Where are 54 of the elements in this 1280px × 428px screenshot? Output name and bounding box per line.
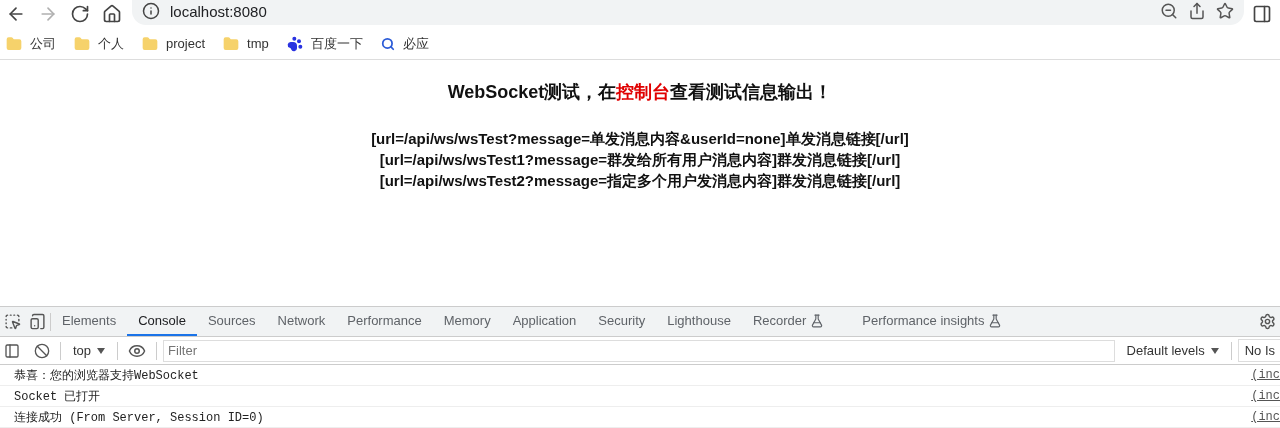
devtools-tab[interactable]: Memory bbox=[432, 307, 502, 336]
sidebar-icon[interactable] bbox=[4, 342, 20, 359]
caret-icon bbox=[97, 347, 106, 354]
folder-icon bbox=[142, 35, 158, 52]
devtools-tab[interactable]: Performance bbox=[336, 307, 433, 336]
link-markup-text: [url=/api/ws/wsTest1?message=群发给所有用户消息内容]群发消息链接[/url] bbox=[379, 150, 901, 170]
info-icon bbox=[142, 2, 160, 20]
devtools-tab[interactable]: Elements bbox=[51, 307, 128, 336]
device-toolbar-icon[interactable] bbox=[29, 313, 46, 330]
caret-icon bbox=[1210, 347, 1219, 354]
zoom-out-icon[interactable] bbox=[1160, 2, 1178, 20]
paw-icon bbox=[286, 35, 303, 52]
issues-button[interactable]: No Is bbox=[1237, 339, 1280, 362]
devtools-tab[interactable]: Network bbox=[266, 307, 337, 336]
bookmark[interactable]: 必应 bbox=[402, 34, 429, 53]
source-link[interactable]: (inc bbox=[1251, 368, 1280, 382]
devtools-tab[interactable]: Lighthouse bbox=[656, 307, 742, 336]
console-message: 恭喜：您的浏览器支持WebSocket bbox=[14, 367, 199, 384]
devtools-tab[interactable]: Application bbox=[501, 307, 588, 336]
folder-icon bbox=[223, 35, 240, 52]
devtools-tab[interactable]: Security bbox=[587, 307, 657, 336]
bookmark[interactable]: 个人 bbox=[98, 34, 124, 53]
side-panel-icon[interactable] bbox=[1252, 4, 1272, 24]
bookmark[interactable]: 公司 bbox=[30, 34, 56, 53]
devtools-tab[interactable]: Recorder bbox=[741, 307, 836, 336]
flask-icon bbox=[988, 313, 1003, 328]
source-link[interactable]: (inc bbox=[1251, 389, 1280, 403]
star-icon[interactable] bbox=[1216, 2, 1234, 20]
settings-icon[interactable] bbox=[1259, 313, 1276, 330]
folder-icon bbox=[74, 35, 90, 52]
bookmark[interactable]: project bbox=[166, 36, 206, 51]
share-icon[interactable] bbox=[1188, 2, 1206, 20]
link-markup-text: [url=/api/ws/wsTest2?message=指定多个用户发消息内容]群发消息链接[/url] bbox=[379, 171, 901, 191]
devtools-tab[interactable]: Performance insights bbox=[851, 307, 1014, 336]
inspect-icon[interactable] bbox=[4, 313, 21, 330]
link-markup-text: [url=/api/ws/wsTest?message=单发消息内容&userId=none]单发消息链接[/url] bbox=[371, 129, 909, 149]
devtools-tab[interactable]: Sources bbox=[196, 307, 267, 336]
folder-icon bbox=[6, 35, 22, 52]
filter-field[interactable]: Filter bbox=[163, 339, 1115, 362]
console-message: Socket 已打开 bbox=[14, 388, 101, 405]
search-icon bbox=[380, 36, 395, 51]
address-bar[interactable]: localhost:8080 bbox=[132, 0, 1244, 25]
reload-arrow-icon bbox=[70, 4, 90, 24]
levels-dropdown[interactable]: Default levels bbox=[1120, 342, 1225, 359]
context-dropdown[interactable]: top bbox=[67, 342, 112, 359]
devtools-tab[interactable]: Console bbox=[127, 307, 197, 336]
console-message: 连接成功 (From Server, Session ID=0) bbox=[14, 409, 264, 426]
page-heading: WebSocket测试，在控制台查看测试信息输出！ bbox=[447, 81, 833, 104]
bookmark[interactable]: 百度一下 bbox=[310, 34, 363, 53]
flask-icon bbox=[810, 313, 825, 328]
clear-console-icon[interactable] bbox=[34, 342, 50, 359]
url-text: localhost:8080 bbox=[170, 2, 267, 20]
source-link[interactable]: (inc bbox=[1251, 410, 1280, 424]
bookmark[interactable]: tmp bbox=[247, 36, 269, 51]
